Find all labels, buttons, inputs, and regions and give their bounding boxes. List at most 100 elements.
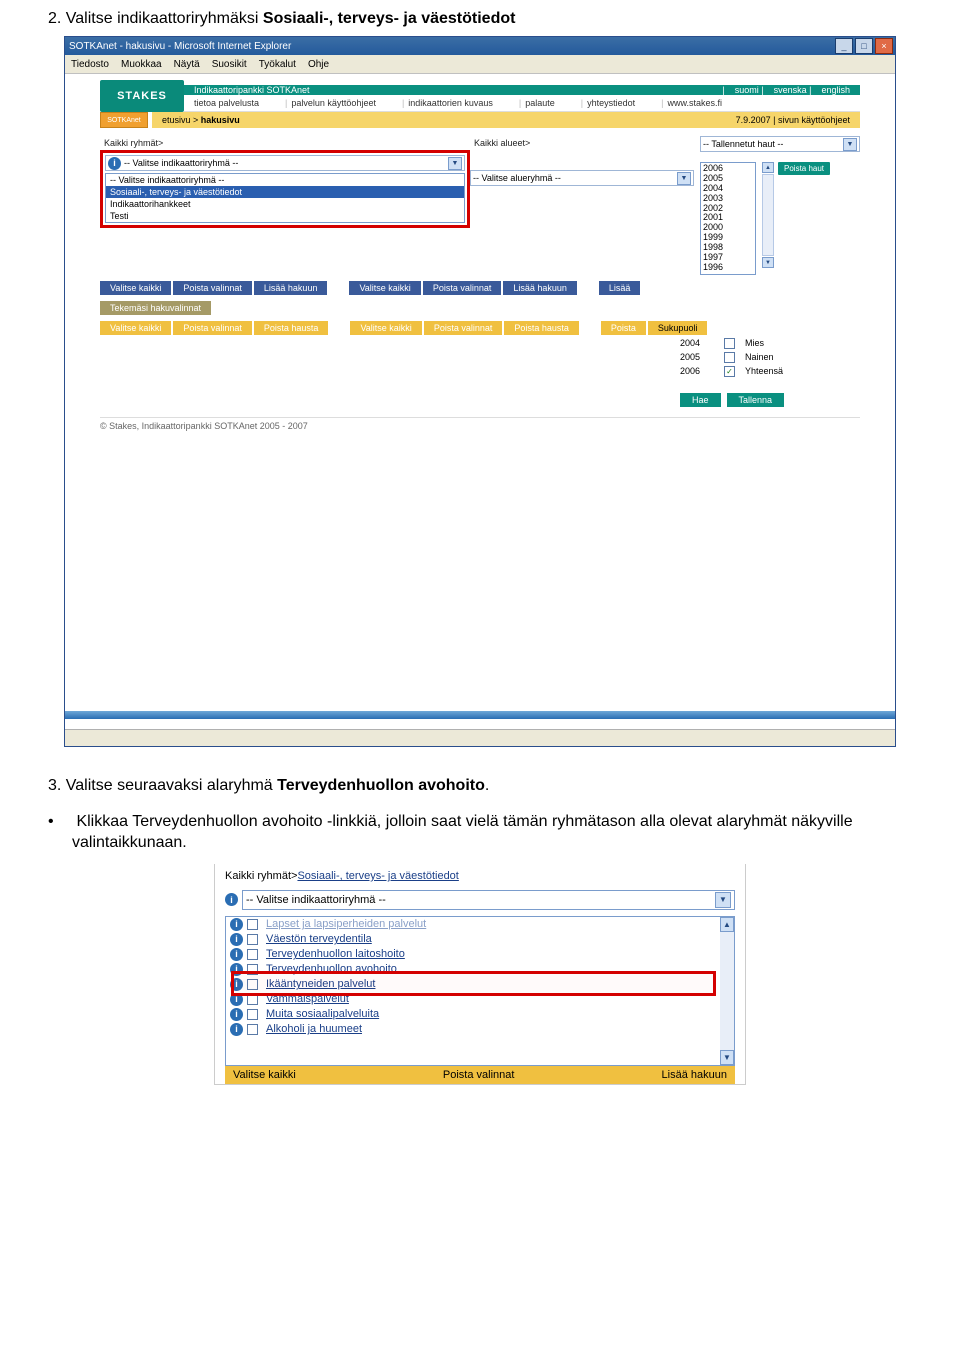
info-icon: i (230, 1008, 243, 1021)
language-links: |suomi |svenska |english (722, 85, 850, 95)
page-help-link[interactable]: sivun käyttöohjeet (778, 115, 850, 125)
screenshot-crop-subgroup: Kaikki ryhmät>Sosiaali-, terveys- ja väe… (214, 864, 746, 1085)
highlight-red-box (231, 971, 716, 996)
checkbox-yhteensa[interactable] (724, 366, 735, 377)
listbox-scrollbar[interactable]: ▲ ▼ (720, 917, 734, 1065)
select-all-button[interactable]: Valitse kaikki (100, 321, 171, 335)
select-all-button[interactable]: Valitse kaikki (233, 1069, 296, 1081)
selection-actions-row: Valitse kaikki Poista valinnat Poista ha… (100, 321, 860, 335)
add-to-search-button[interactable]: Lisää hakuun (662, 1069, 727, 1081)
picked-year: 2006 (680, 366, 718, 376)
select-all-button[interactable]: Valitse kaikki (349, 281, 420, 295)
select-all-button[interactable]: Valitse kaikki (100, 281, 171, 295)
year-scrollbar[interactable]: ▲ ▼ (762, 162, 772, 269)
indicator-group-dropdown[interactable]: -- Valitse indikaattoriryhmä -- Sosiaali… (105, 173, 465, 223)
scroll-down-icon: ▼ (762, 257, 774, 268)
info-icon: i (230, 933, 243, 946)
all-areas-label: Kaikki alueet> (470, 136, 700, 150)
close-icon[interactable]: × (875, 38, 893, 54)
checkbox-mies[interactable] (724, 338, 735, 349)
breadcrumb: Kaikki ryhmät>Sosiaali-, terveys- ja väe… (215, 868, 745, 884)
step3-heading: 3. Valitse seuraavaksi alaryhmä Terveyde… (48, 777, 912, 795)
info-icon: i (230, 1023, 243, 1036)
listbox-item[interactable]: Väestön terveydentila (266, 933, 372, 945)
info-icon: i (230, 918, 243, 931)
menu-item[interactable]: Näytä (174, 59, 200, 70)
nav-link[interactable]: yhteystiedot (587, 98, 635, 108)
add-to-search-button[interactable]: Lisää hakuun (254, 281, 328, 295)
chevron-down-icon: ▼ (448, 157, 462, 170)
remove-from-search-button[interactable]: Poista hausta (254, 321, 329, 335)
page-date-help: 7.9.2007 | sivun käyttöohjeet (736, 115, 850, 125)
select-all-button[interactable]: Valitse kaikki (350, 321, 421, 335)
menu-item[interactable]: Ohje (308, 59, 329, 70)
save-button[interactable]: Tallenna (727, 393, 785, 407)
stakes-logo: STAKES (100, 80, 184, 112)
clear-button[interactable]: Poista valinnat (424, 321, 503, 335)
footer-gradient (65, 711, 895, 719)
your-selections-label: Tekemäsi hakuvalinnat (100, 301, 211, 315)
nav-link[interactable]: tietoa palvelusta (194, 98, 259, 108)
info-icon: i (108, 157, 121, 170)
window-controls: _ □ × (835, 38, 893, 54)
clear-button[interactable]: Poista valinnat (173, 281, 252, 295)
nav-link[interactable]: palvelun käyttöohjeet (291, 98, 376, 108)
region-group-select[interactable]: -- Valitse alueryhmä -- ▼ (470, 170, 694, 186)
dropdown-option[interactable]: Testi (106, 210, 464, 222)
step3-bullet: • Klikkaa Terveydenhuollon avohoito -lin… (72, 811, 912, 854)
checkbox-icon (247, 1009, 258, 1020)
saved-searches-select[interactable]: -- Tallennetut haut -- ▼ (700, 136, 860, 152)
checkbox-icon (247, 949, 258, 960)
add-button[interactable]: Lisää (599, 281, 641, 295)
scroll-up-icon: ▲ (762, 162, 774, 173)
checkbox-icon (247, 934, 258, 945)
scroll-down-icon: ▼ (720, 1050, 734, 1065)
ie-titlebar: SOTKAnet - hakusivu - Microsoft Internet… (65, 37, 895, 55)
listbox-item[interactable]: Alkoholi ja huumeet (266, 1023, 362, 1035)
lang-link[interactable]: svenska (774, 85, 807, 95)
listbox-actions-row: Valitse kaikki Poista valinnat Lisää hak… (225, 1066, 735, 1084)
info-icon: i (225, 893, 238, 906)
scroll-up-icon: ▲ (720, 917, 734, 932)
breadcrumb: etusivu > hakusivu (162, 115, 240, 125)
indicator-group-select[interactable]: -- Valitse indikaattoriryhmä -- ▼ (242, 890, 735, 910)
lang-link[interactable]: suomi (735, 85, 759, 95)
picked-year: 2004 (680, 338, 718, 348)
minimize-icon[interactable]: _ (835, 38, 853, 54)
chevron-down-icon: ▼ (715, 892, 731, 908)
menu-item[interactable]: Suosikit (212, 59, 247, 70)
indicator-group-select[interactable]: i -- Valitse indikaattoriryhmä -- ▼ (105, 155, 465, 171)
remove-from-search-button[interactable]: Poista hausta (504, 321, 579, 335)
clear-button[interactable]: Poista valinnat (423, 281, 502, 295)
breadcrumb-link[interactable]: Sosiaali-, terveys- ja väestötiedot (297, 870, 458, 882)
nav-link[interactable]: www.stakes.fi (667, 98, 722, 108)
ie-menubar: Tiedosto Muokkaa Näytä Suosikit Työkalut… (65, 55, 895, 74)
add-to-search-button[interactable]: Lisää hakuun (503, 281, 577, 295)
remove-button[interactable]: Poista (601, 321, 646, 335)
step2-heading: 2. Valitse indikaattoriryhmäksi Sosiaali… (48, 10, 912, 28)
checkbox-nainen[interactable] (724, 352, 735, 363)
menu-item[interactable]: Muokkaa (121, 59, 162, 70)
listbox-item[interactable]: Terveydenhuollon laitoshoito (266, 948, 405, 960)
search-button[interactable]: Hae (680, 393, 721, 407)
dropdown-option-selected[interactable]: Sosiaali-, terveys- ja väestötiedot (106, 186, 464, 198)
clear-searches-button[interactable]: Poista haut (778, 162, 830, 175)
maximize-icon[interactable]: □ (855, 38, 873, 54)
clear-button[interactable]: Poista valinnat (173, 321, 252, 335)
highlight-red-box: i -- Valitse indikaattoriryhmä -- ▼ -- V… (100, 150, 470, 228)
nav-link[interactable]: palaute (525, 98, 555, 108)
banner-title: Indikaattoripankki SOTKAnet (194, 85, 310, 95)
lang-link[interactable]: english (821, 85, 850, 95)
nav-link[interactable]: indikaattorien kuvaus (408, 98, 493, 108)
clear-button[interactable]: Poista valinnat (443, 1069, 515, 1081)
chevron-down-icon: ▼ (677, 172, 691, 185)
menu-item[interactable]: Työkalut (259, 59, 296, 70)
menu-item[interactable]: Tiedosto (71, 59, 109, 70)
subgroup-listbox[interactable]: iLapset ja lapsiperheiden palvelut iVäes… (225, 916, 735, 1066)
checkbox-icon (247, 919, 258, 930)
dropdown-option[interactable]: Indikaattorihankkeet (106, 198, 464, 210)
year-listbox[interactable]: 2006 2005 2004 2003 2002 2001 2000 1999 … (700, 162, 756, 275)
dropdown-option[interactable]: -- Valitse indikaattoriryhmä -- (106, 174, 464, 186)
screenshot-ie-window: SOTKAnet - hakusivu - Microsoft Internet… (64, 36, 896, 747)
listbox-item[interactable]: Muita sosiaalipalveluita (266, 1008, 379, 1020)
